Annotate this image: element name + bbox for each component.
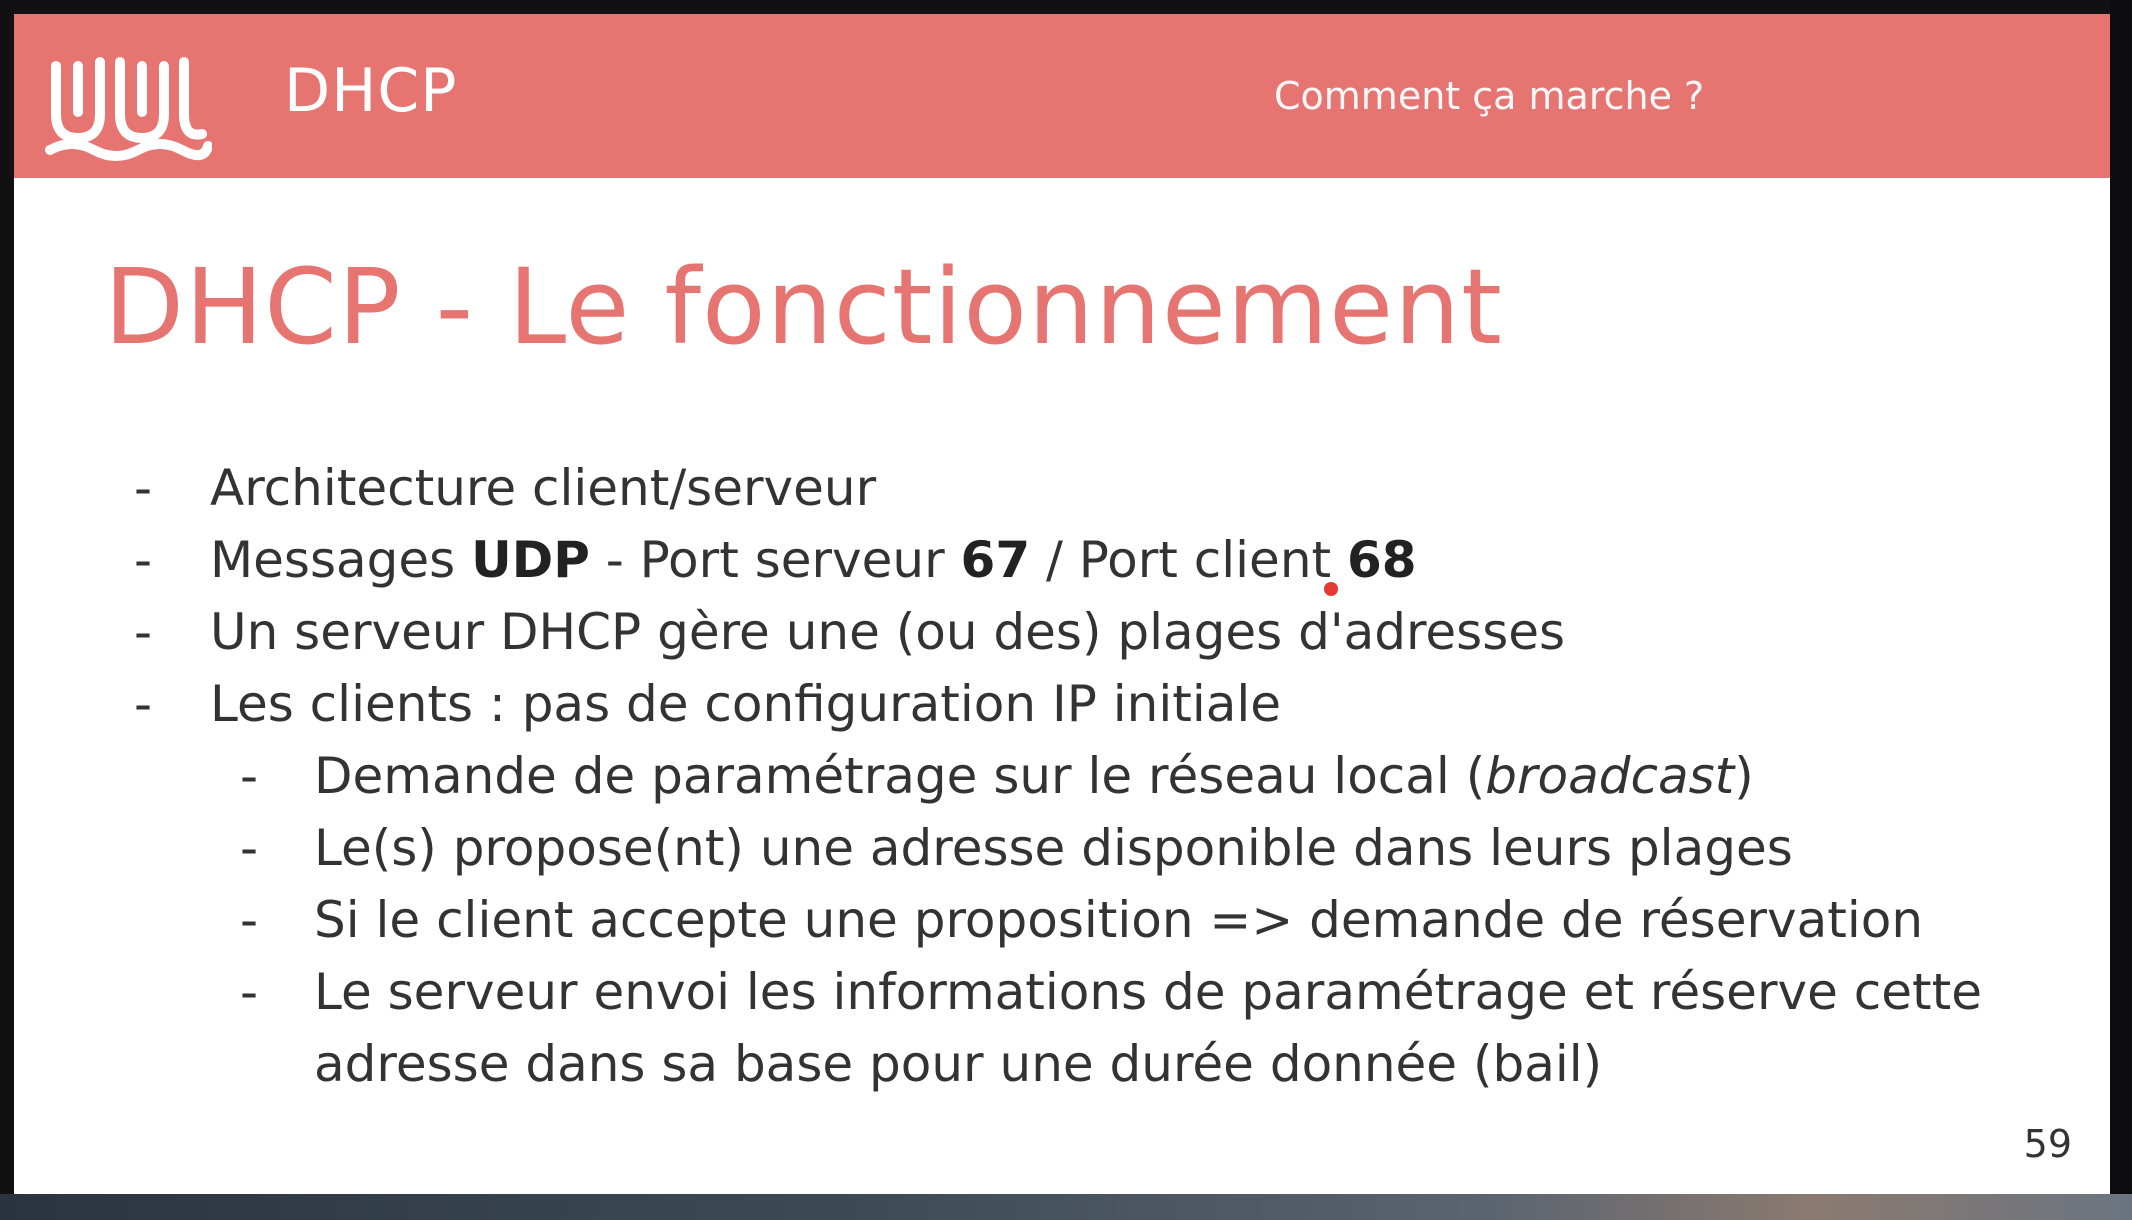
bullet-dash: -: [134, 675, 153, 733]
bullet-text-mid: - Port serveur: [589, 531, 961, 589]
bullet-text-prefix: Messages: [210, 531, 472, 589]
bullet-text-suffix: ): [1734, 747, 1754, 805]
bullet-dash: -: [240, 819, 259, 877]
bullet-dash: -: [134, 459, 153, 517]
slide-title: DHCP - Le fonctionnement: [104, 246, 1503, 368]
bullet-dash: -: [240, 963, 259, 1021]
bullet-dash: -: [240, 747, 259, 805]
slide-header: DHCP Comment ça marche ?: [14, 14, 2110, 178]
protocol-udp: UDP: [471, 531, 590, 589]
broadcast-term: broadcast: [1485, 747, 1735, 805]
bullet-text: Si le client accepte une proposition => …: [314, 891, 1924, 949]
bullet-text-prefix: Demande de paramétrage sur le réseau loc…: [314, 747, 1486, 805]
bullet-item: - Un serveur DHCP gère une (ou des) plag…: [124, 596, 2024, 668]
desktop-background-strip: [0, 1194, 2132, 1220]
bullet-text: Un serveur DHCP gère une (ou des) plages…: [210, 603, 1566, 661]
laser-pointer-dot: [1324, 582, 1338, 596]
wavy-u-logo-icon: [45, 57, 212, 161]
bullet-dash: -: [134, 603, 153, 661]
presentation-slide: DHCP Comment ça marche ? DHCP - Le fonct…: [14, 14, 2110, 1194]
bullet-text-mid2: / Port client: [1030, 531, 1348, 589]
bullet-dash: -: [240, 891, 259, 949]
bullet-text-line2: adresse dans sa base pour une durée donn…: [314, 1035, 1603, 1093]
header-title: DHCP: [284, 56, 458, 126]
screen: DHCP Comment ça marche ? DHCP - Le fonct…: [0, 0, 2132, 1220]
bullet-text: Le(s) propose(nt) une adresse disponible…: [314, 819, 1793, 877]
page-number: 59: [2023, 1122, 2072, 1166]
bullet-text: Architecture client/serveur: [210, 459, 877, 517]
client-port: 68: [1347, 531, 1417, 589]
server-port: 67: [960, 531, 1031, 589]
header-subtitle: Comment ça marche ?: [1274, 74, 1705, 118]
bullet-text: Les clients : pas de configuration IP in…: [210, 675, 1282, 733]
bullet-item: - Les clients : pas de configuration IP …: [124, 668, 2024, 740]
bullet-item: - Architecture client/serveur: [124, 452, 2024, 524]
sub-bullet-item: - Le serveur envoi les informations de p…: [124, 956, 2024, 1100]
bullet-list: - Architecture client/serveur - Messages…: [124, 452, 2024, 1100]
bullet-text-line1: Le serveur envoi les informations de par…: [314, 963, 1982, 1021]
bullet-item: - Messages UDP - Port serveur 67 / Port …: [124, 524, 2024, 596]
bullet-dash: -: [134, 531, 153, 589]
sub-bullet-item: - Si le client accepte une proposition =…: [124, 884, 2024, 956]
sub-bullet-item: - Le(s) propose(nt) une adresse disponib…: [124, 812, 2024, 884]
window-edge: [2110, 0, 2132, 1194]
sub-bullet-item: - Demande de paramétrage sur le réseau l…: [124, 740, 2024, 812]
